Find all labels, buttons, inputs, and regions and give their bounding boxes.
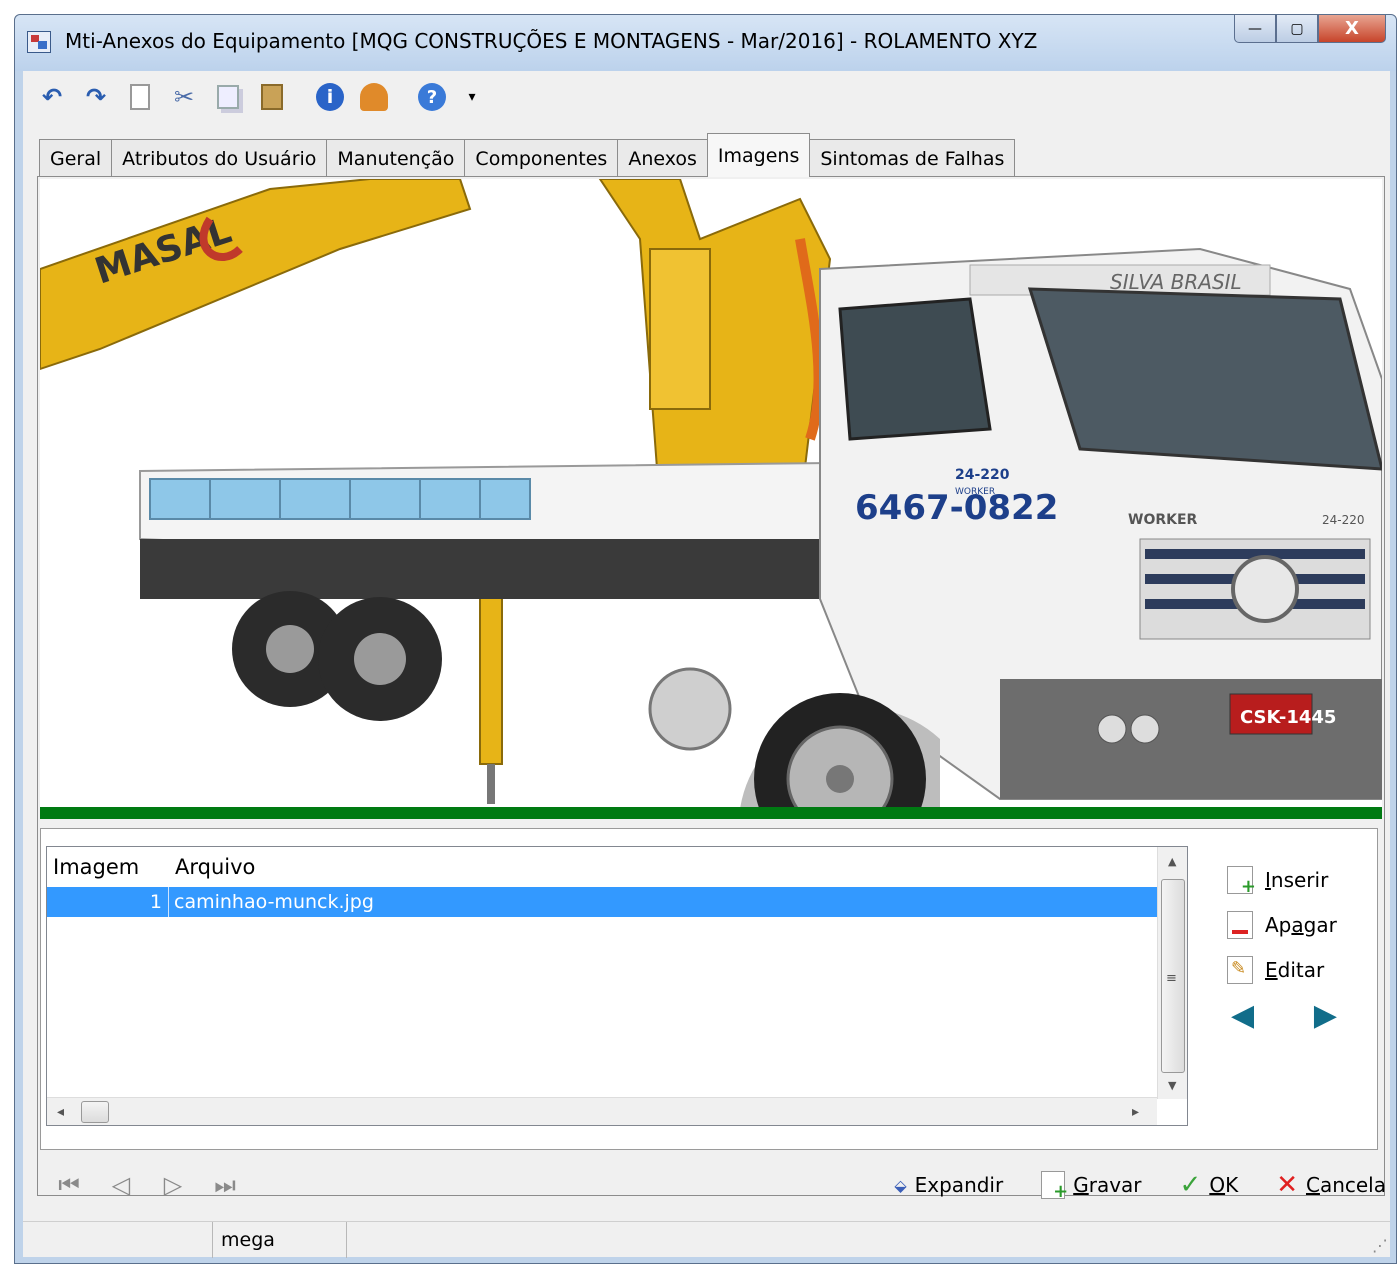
image-list-panel: Imagem Arquivo 1 caminhao-munck.jpg ▲ ≡ … <box>40 828 1378 1150</box>
cell-arquivo: caminhao-munck.jpg <box>174 891 374 913</box>
scroll-grip-icon: ≡ <box>1166 971 1177 986</box>
maximize-button[interactable]: ▢ <box>1276 15 1318 43</box>
tab-anexos[interactable]: Anexos <box>617 139 708 177</box>
scroll-right-icon[interactable]: ▸ <box>1132 1104 1139 1120</box>
insert-label: Inserir <box>1265 867 1329 892</box>
delete-button[interactable]: Apagar <box>1227 902 1367 947</box>
ok-label: OK <box>1209 1173 1239 1197</box>
help-button[interactable]: ? <box>415 80 449 114</box>
cancel-icon: ✕ <box>1276 1170 1298 1200</box>
app-window: Mti-Anexos do Equipamento [MQG CONSTRUÇÕ… <box>14 14 1397 1264</box>
help-dropdown-caret-icon[interactable]: ▾ <box>455 80 489 114</box>
help-icon: ? <box>418 83 446 111</box>
status-bar: mega ⋰ <box>23 1221 1390 1258</box>
truck-crane-image: MASAL SILVA BRASIL 6467-0822 24-220 WORK… <box>40 179 1382 807</box>
svg-text:CSK-1445: CSK-1445 <box>1240 707 1336 728</box>
cancel-button[interactable]: ✕ Cancela <box>1276 1170 1386 1200</box>
svg-text:24-220: 24-220 <box>1322 513 1365 527</box>
new-button[interactable] <box>123 80 157 114</box>
image-actions: Inserir Apagar Editar ◀ ▶ <box>1227 857 1367 1033</box>
edit-label: Editar <box>1265 957 1325 982</box>
tab-strip: Geral Atributos do Usuário Manutenção Co… <box>39 133 1016 177</box>
undo-icon[interactable]: ↶ <box>35 80 69 114</box>
check-icon: ✓ <box>1179 1170 1202 1200</box>
insert-button[interactable]: Inserir <box>1227 857 1367 902</box>
next-image-icon[interactable]: ▶ <box>1314 998 1337 1033</box>
cut-icon[interactable]: ✂ <box>167 80 201 114</box>
images-grid[interactable]: Imagem Arquivo 1 caminhao-munck.jpg ▲ ≡ … <box>46 846 1188 1126</box>
tab-sintomas-falhas[interactable]: Sintomas de Falhas <box>809 139 1016 177</box>
copy-icon <box>217 85 239 109</box>
app-icon[interactable] <box>27 31 51 53</box>
insert-icon <box>1227 865 1256 897</box>
scroll-down-icon[interactable]: ▼ <box>1168 1079 1176 1092</box>
cancel-label: Cancela <box>1305 1173 1386 1197</box>
svg-text:24-220: 24-220 <box>955 467 1010 483</box>
bottom-toolbar: ⏮ ◁ ▷ ⏭ ⬙ Expandir Gravar ✓ OK ✕ <box>23 1159 1390 1211</box>
scroll-left-icon[interactable]: ◂ <box>57 1104 64 1120</box>
scroll-up-icon[interactable]: ▲ <box>1168 855 1176 868</box>
next-record-icon[interactable]: ▷ <box>147 1171 199 1199</box>
resize-grip-icon[interactable]: ⋰ <box>1372 1236 1388 1255</box>
horizontal-scrollbar[interactable]: ◂ ▸ <box>47 1097 1157 1125</box>
tab-manutencao[interactable]: Manutenção <box>326 139 466 177</box>
previous-image-icon[interactable]: ◀ <box>1231 998 1254 1033</box>
save-button[interactable]: Gravar <box>1041 1171 1142 1202</box>
expand-label: Expandir <box>914 1173 1004 1197</box>
ok-button[interactable]: ✓ OK <box>1180 1170 1239 1200</box>
info-icon: i <box>316 83 344 111</box>
status-panel-user: mega <box>213 1222 347 1258</box>
delete-icon <box>1227 910 1253 939</box>
save-icon <box>1041 1171 1068 1202</box>
toolbar: ↶ ↷ ✂ i ? ▾ <box>23 71 1390 123</box>
tab-panel-imagens: MASAL SILVA BRASIL 6467-0822 24-220 WORK… <box>37 176 1385 1196</box>
image-nav-arrows: ◀ ▶ <box>1231 998 1337 1033</box>
edit-button[interactable]: Editar <box>1227 947 1367 992</box>
first-record-icon[interactable]: ⏮ <box>43 1171 95 1199</box>
svg-text:WORKER: WORKER <box>955 487 995 497</box>
tab-atributos-usuario[interactable]: Atributos do Usuário <box>111 139 328 177</box>
dialog-actions: ⬙ Expandir Gravar ✓ OK ✕ Cancela <box>894 1159 1390 1211</box>
window-controls: — ▢ X <box>1234 15 1386 45</box>
previous-record-icon[interactable]: ◁ <box>95 1171 147 1199</box>
svg-text:WORKER: WORKER <box>1128 512 1198 528</box>
window-title: Mti-Anexos do Equipamento [MQG CONSTRUÇÕ… <box>65 29 1038 53</box>
cell-imagem: 1 <box>47 887 169 917</box>
svg-text:SILVA BRASIL: SILVA BRASIL <box>1110 270 1242 294</box>
title-bar[interactable]: Mti-Anexos do Equipamento [MQG CONSTRUÇÕ… <box>15 15 1396 71</box>
image-divider <box>40 807 1382 819</box>
tab-componentes[interactable]: Componentes <box>464 139 619 177</box>
tab-geral[interactable]: Geral <box>39 139 113 177</box>
minimize-button[interactable]: — <box>1234 15 1276 43</box>
new-icon <box>130 84 150 110</box>
copy-button[interactable] <box>211 80 245 114</box>
expand-icon: ⬙ <box>894 1175 907 1195</box>
edit-icon <box>1227 955 1253 984</box>
user-button[interactable] <box>357 80 391 114</box>
table-row[interactable]: 1 caminhao-munck.jpg <box>47 887 1157 917</box>
tab-imagens[interactable]: Imagens <box>706 133 811 177</box>
redo-icon[interactable]: ↷ <box>79 80 113 114</box>
user-icon <box>360 83 388 111</box>
horizontal-scroll-thumb[interactable] <box>81 1101 109 1123</box>
delete-label: Apagar <box>1265 912 1337 937</box>
close-button[interactable]: X <box>1318 15 1386 43</box>
paste-button[interactable] <box>255 80 289 114</box>
equipment-photo: MASAL SILVA BRASIL 6467-0822 24-220 WORK… <box>40 179 1382 807</box>
vertical-scrollbar[interactable]: ▲ ≡ ▼ <box>1157 847 1187 1099</box>
expand-button[interactable]: ⬙ Expandir <box>894 1173 1003 1197</box>
grid-header: Imagem Arquivo <box>47 847 1157 887</box>
last-record-icon[interactable]: ⏭ <box>199 1171 251 1199</box>
column-header-arquivo[interactable]: Arquivo <box>169 855 255 879</box>
status-panel-3 <box>347 1222 1390 1258</box>
save-label: Gravar <box>1073 1173 1142 1197</box>
client-area: ↶ ↷ ✂ i ? ▾ Geral Atributos do Usuário M… <box>23 71 1390 1258</box>
column-header-imagem[interactable]: Imagem <box>47 855 169 879</box>
info-button[interactable]: i <box>313 80 347 114</box>
status-panel-1 <box>23 1222 213 1258</box>
paste-icon <box>261 84 283 110</box>
